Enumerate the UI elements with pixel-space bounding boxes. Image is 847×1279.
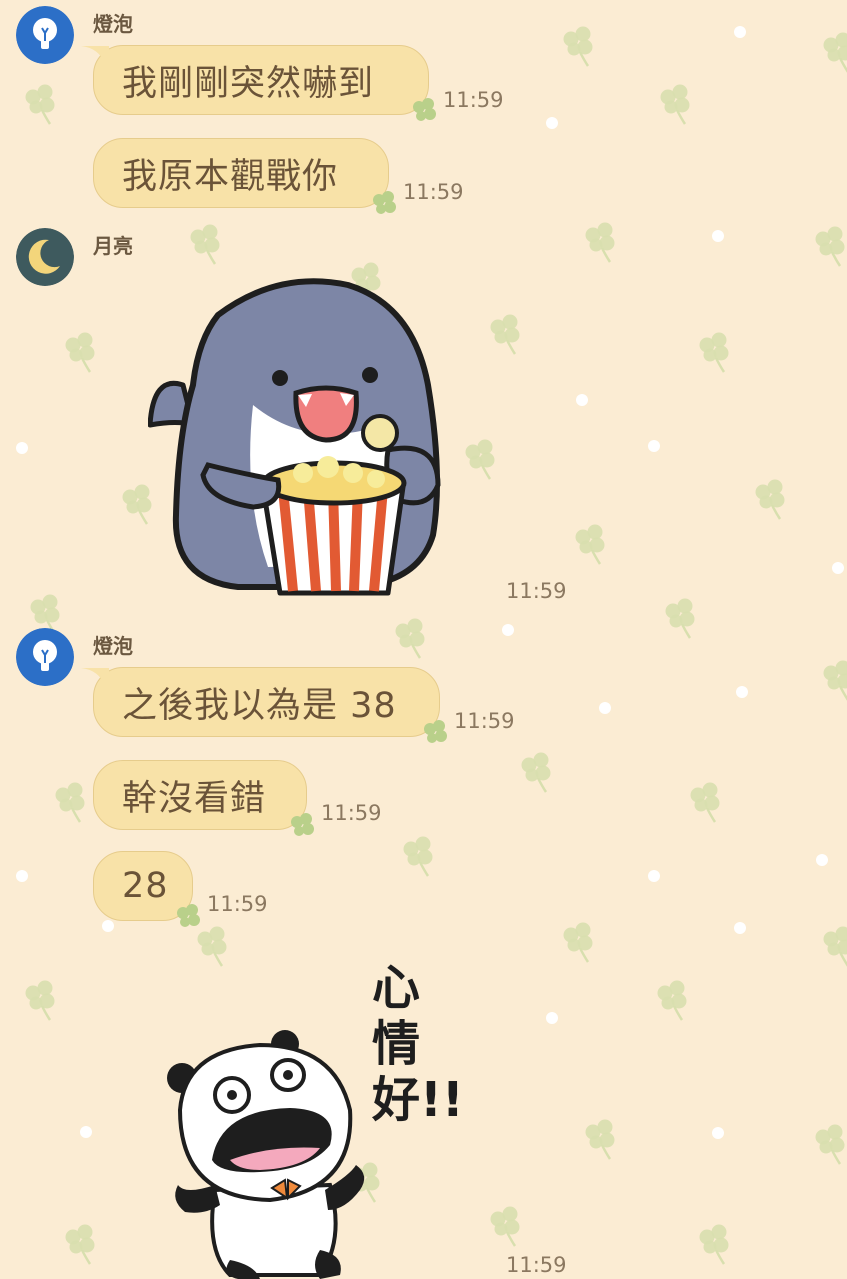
- sender-avatar-lightbulb[interactable]: [16, 6, 74, 64]
- clover-icon: [373, 191, 396, 214]
- message-text: 28: [122, 866, 169, 906]
- panda-surprised-sticker[interactable]: 心情好!!: [160, 960, 464, 1279]
- crescent-moon-icon: [16, 228, 74, 286]
- message-time: 11:59: [443, 88, 504, 112]
- message-text: 我剛剛突然嚇到: [122, 63, 375, 104]
- sticker-handwritten-text: 心情好!!: [372, 960, 464, 1128]
- sender-name: 燈泡: [93, 12, 133, 36]
- message-time: 11:59: [321, 801, 382, 825]
- clover-icon: [424, 720, 447, 743]
- bubble-tail: [81, 46, 109, 72]
- clover-icon: [413, 98, 436, 121]
- message-bubble[interactable]: 28: [93, 851, 200, 927]
- message-bubble[interactable]: 之後我以為是 38: [81, 667, 447, 743]
- message-time: 11:59: [506, 579, 567, 603]
- bubble-tail: [81, 668, 109, 694]
- shark-eating-popcorn-sticker[interactable]: [148, 275, 448, 600]
- sender-avatar-moon[interactable]: [16, 228, 74, 286]
- clover-icon: [291, 813, 314, 836]
- message-bubble[interactable]: 我剛剛突然嚇到: [81, 45, 436, 121]
- lightbulb-icon: [16, 6, 74, 64]
- message-text: 幹沒看錯: [122, 778, 267, 819]
- message-bubble[interactable]: 我原本觀戰你: [93, 138, 396, 214]
- message-time: 11:59: [506, 1253, 567, 1277]
- panda-drawing: [167, 1030, 365, 1279]
- sender-avatar-lightbulb[interactable]: [16, 628, 74, 686]
- message-time: 11:59: [207, 892, 268, 916]
- sender-name: 燈泡: [93, 634, 133, 658]
- message-bubble[interactable]: 幹沒看錯: [93, 760, 314, 836]
- clover-icon: [177, 904, 200, 927]
- message-text: 我原本觀戰你: [122, 156, 339, 197]
- message-time: 11:59: [454, 709, 515, 733]
- message-text: 之後我以為是 38: [122, 685, 397, 726]
- sender-name: 月亮: [93, 234, 133, 258]
- message-time: 11:59: [403, 180, 464, 204]
- lightbulb-icon: [16, 628, 74, 686]
